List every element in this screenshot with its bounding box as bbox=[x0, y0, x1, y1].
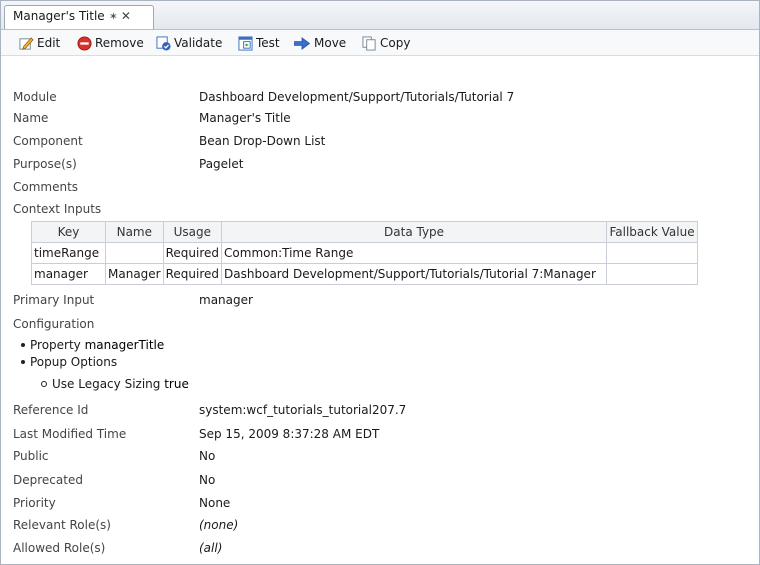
close-icon[interactable]: ✕ bbox=[121, 9, 131, 23]
deprecated-value: No bbox=[199, 473, 216, 487]
cell-data-type: Dashboard Development/Support/Tutorials/… bbox=[221, 263, 608, 285]
cell-key: timeRange bbox=[31, 242, 106, 264]
config-popup-item: Popup Options bbox=[21, 353, 117, 371]
column-header-fallback-value[interactable]: Fallback Value bbox=[606, 221, 699, 243]
tab-managers-title[interactable]: Manager's Title ✶ ✕ bbox=[4, 5, 154, 29]
circle-bullet-icon bbox=[41, 380, 47, 387]
column-header-usage[interactable]: Usage bbox=[162, 221, 223, 243]
cell-usage: Required bbox=[162, 242, 223, 264]
reference-id-label: Reference Id bbox=[13, 403, 89, 417]
priority-label: Priority bbox=[13, 496, 56, 510]
priority-row: Priority None bbox=[13, 494, 230, 512]
copy-button[interactable]: Copy bbox=[362, 34, 410, 52]
bullet-icon bbox=[21, 359, 25, 364]
allowed-roles-row: Allowed Role(s) (all) bbox=[13, 539, 222, 557]
allowed-roles-value: (all) bbox=[199, 541, 223, 555]
remove-button[interactable]: Remove bbox=[77, 34, 144, 52]
name-value: Manager's Title bbox=[199, 111, 291, 125]
pin-icon[interactable]: ✶ bbox=[109, 10, 118, 23]
config-legacy-item: Use Legacy Sizing true bbox=[41, 375, 189, 393]
config-legacy-value: true bbox=[164, 377, 189, 391]
reference-id-row: Reference Id system:wcf_tutorials_tutori… bbox=[13, 401, 406, 419]
column-header-data-type[interactable]: Data Type bbox=[221, 221, 608, 243]
name-row: Name Manager's Title bbox=[13, 109, 291, 127]
module-row: Module Dashboard Development/Support/Tut… bbox=[13, 88, 514, 106]
component-label: Component bbox=[13, 134, 83, 148]
copy-icon bbox=[362, 35, 376, 51]
last-modified-row: Last Modified Time Sep 15, 2009 8:37:28 … bbox=[13, 425, 379, 443]
cell-name: Manager bbox=[105, 263, 164, 285]
public-value: No bbox=[199, 449, 216, 463]
config-property-label: Property bbox=[30, 338, 81, 352]
config-legacy-label: Use Legacy Sizing bbox=[52, 377, 161, 391]
cell-fallback-value bbox=[606, 263, 699, 285]
cell-usage: Required bbox=[162, 263, 223, 285]
validate-label: Validate bbox=[174, 36, 223, 50]
properties-window: Manager's Title ✶✕ Edit Remove Validate bbox=[0, 0, 760, 565]
bullet-icon bbox=[21, 342, 25, 347]
tab-title: Manager's Title bbox=[13, 9, 105, 23]
table-header-row: Key Name Usage Data Type Fallback Value bbox=[31, 221, 699, 243]
cell-data-type: Common:Time Range bbox=[221, 242, 608, 264]
move-icon bbox=[294, 36, 311, 50]
cell-key: manager bbox=[31, 263, 106, 285]
cell-name bbox=[105, 242, 164, 264]
component-value: Bean Drop-Down List bbox=[199, 134, 326, 148]
comments-label: Comments bbox=[13, 180, 79, 194]
remove-icon bbox=[77, 35, 92, 51]
last-modified-value: Sep 15, 2009 8:37:28 AM EDT bbox=[199, 427, 380, 441]
deprecated-row: Deprecated No bbox=[13, 471, 215, 489]
edit-button[interactable]: Edit bbox=[19, 34, 60, 52]
module-value: Dashboard Development/Support/Tutorials/… bbox=[199, 90, 515, 104]
config-popup-label: Popup Options bbox=[30, 355, 118, 369]
primary-input-label: Primary Input bbox=[13, 293, 95, 307]
relevant-roles-label: Relevant Role(s) bbox=[13, 518, 111, 532]
priority-value: None bbox=[199, 496, 231, 510]
context-inputs-table: Key Name Usage Data Type Fallback Value … bbox=[31, 221, 699, 285]
context-inputs-row: Context Inputs bbox=[13, 200, 101, 218]
test-label: Test bbox=[256, 36, 280, 50]
public-label: Public bbox=[13, 449, 49, 463]
module-label: Module bbox=[13, 90, 57, 104]
copy-label: Copy bbox=[380, 36, 411, 50]
context-inputs-label: Context Inputs bbox=[13, 202, 102, 216]
test-icon bbox=[238, 35, 253, 51]
move-label: Move bbox=[314, 36, 347, 50]
configuration-row: Configuration bbox=[13, 315, 94, 333]
deprecated-label: Deprecated bbox=[13, 473, 83, 487]
relevant-roles-value: (none) bbox=[199, 518, 239, 532]
reference-id-value: system:wcf_tutorials_tutorial207.7 bbox=[199, 403, 407, 417]
config-property-value: managerTitle bbox=[84, 338, 165, 352]
column-header-key[interactable]: Key bbox=[31, 221, 106, 243]
move-button[interactable]: Move bbox=[293, 34, 346, 52]
cell-fallback-value bbox=[606, 242, 699, 264]
relevant-roles-row: Relevant Role(s) (none) bbox=[13, 516, 238, 534]
toolbar: Edit Remove Validate Test Move Copy bbox=[1, 30, 759, 56]
column-header-name[interactable]: Name bbox=[105, 221, 164, 243]
allowed-roles-label: Allowed Role(s) bbox=[13, 541, 106, 555]
test-button[interactable]: Test bbox=[238, 34, 280, 52]
edit-label: Edit bbox=[37, 36, 61, 50]
remove-label: Remove bbox=[95, 36, 144, 50]
last-modified-label: Last Modified Time bbox=[13, 427, 127, 441]
purpose-value: Pagelet bbox=[199, 157, 244, 171]
purpose-row: Purpose(s) Pagelet bbox=[13, 155, 243, 173]
config-property-item: Property managerTitle bbox=[21, 336, 164, 354]
table-row[interactable]: timeRange Required Common:Time Range bbox=[31, 242, 699, 264]
name-label: Name bbox=[13, 111, 49, 125]
comments-row: Comments bbox=[13, 178, 78, 196]
edit-icon bbox=[19, 36, 34, 50]
purpose-label: Purpose(s) bbox=[13, 157, 77, 171]
validate-icon bbox=[156, 35, 171, 51]
tab-bar: Manager's Title ✶ ✕ bbox=[1, 1, 759, 30]
component-row: Component Bean Drop-Down List bbox=[13, 132, 325, 150]
public-row: Public No bbox=[13, 447, 215, 465]
table-row[interactable]: manager Manager Required Dashboard Devel… bbox=[31, 263, 699, 285]
primary-input-value: manager bbox=[199, 293, 253, 307]
primary-input-row: Primary Input manager bbox=[13, 291, 253, 309]
configuration-label: Configuration bbox=[13, 317, 95, 331]
validate-button[interactable]: Validate bbox=[156, 34, 222, 52]
